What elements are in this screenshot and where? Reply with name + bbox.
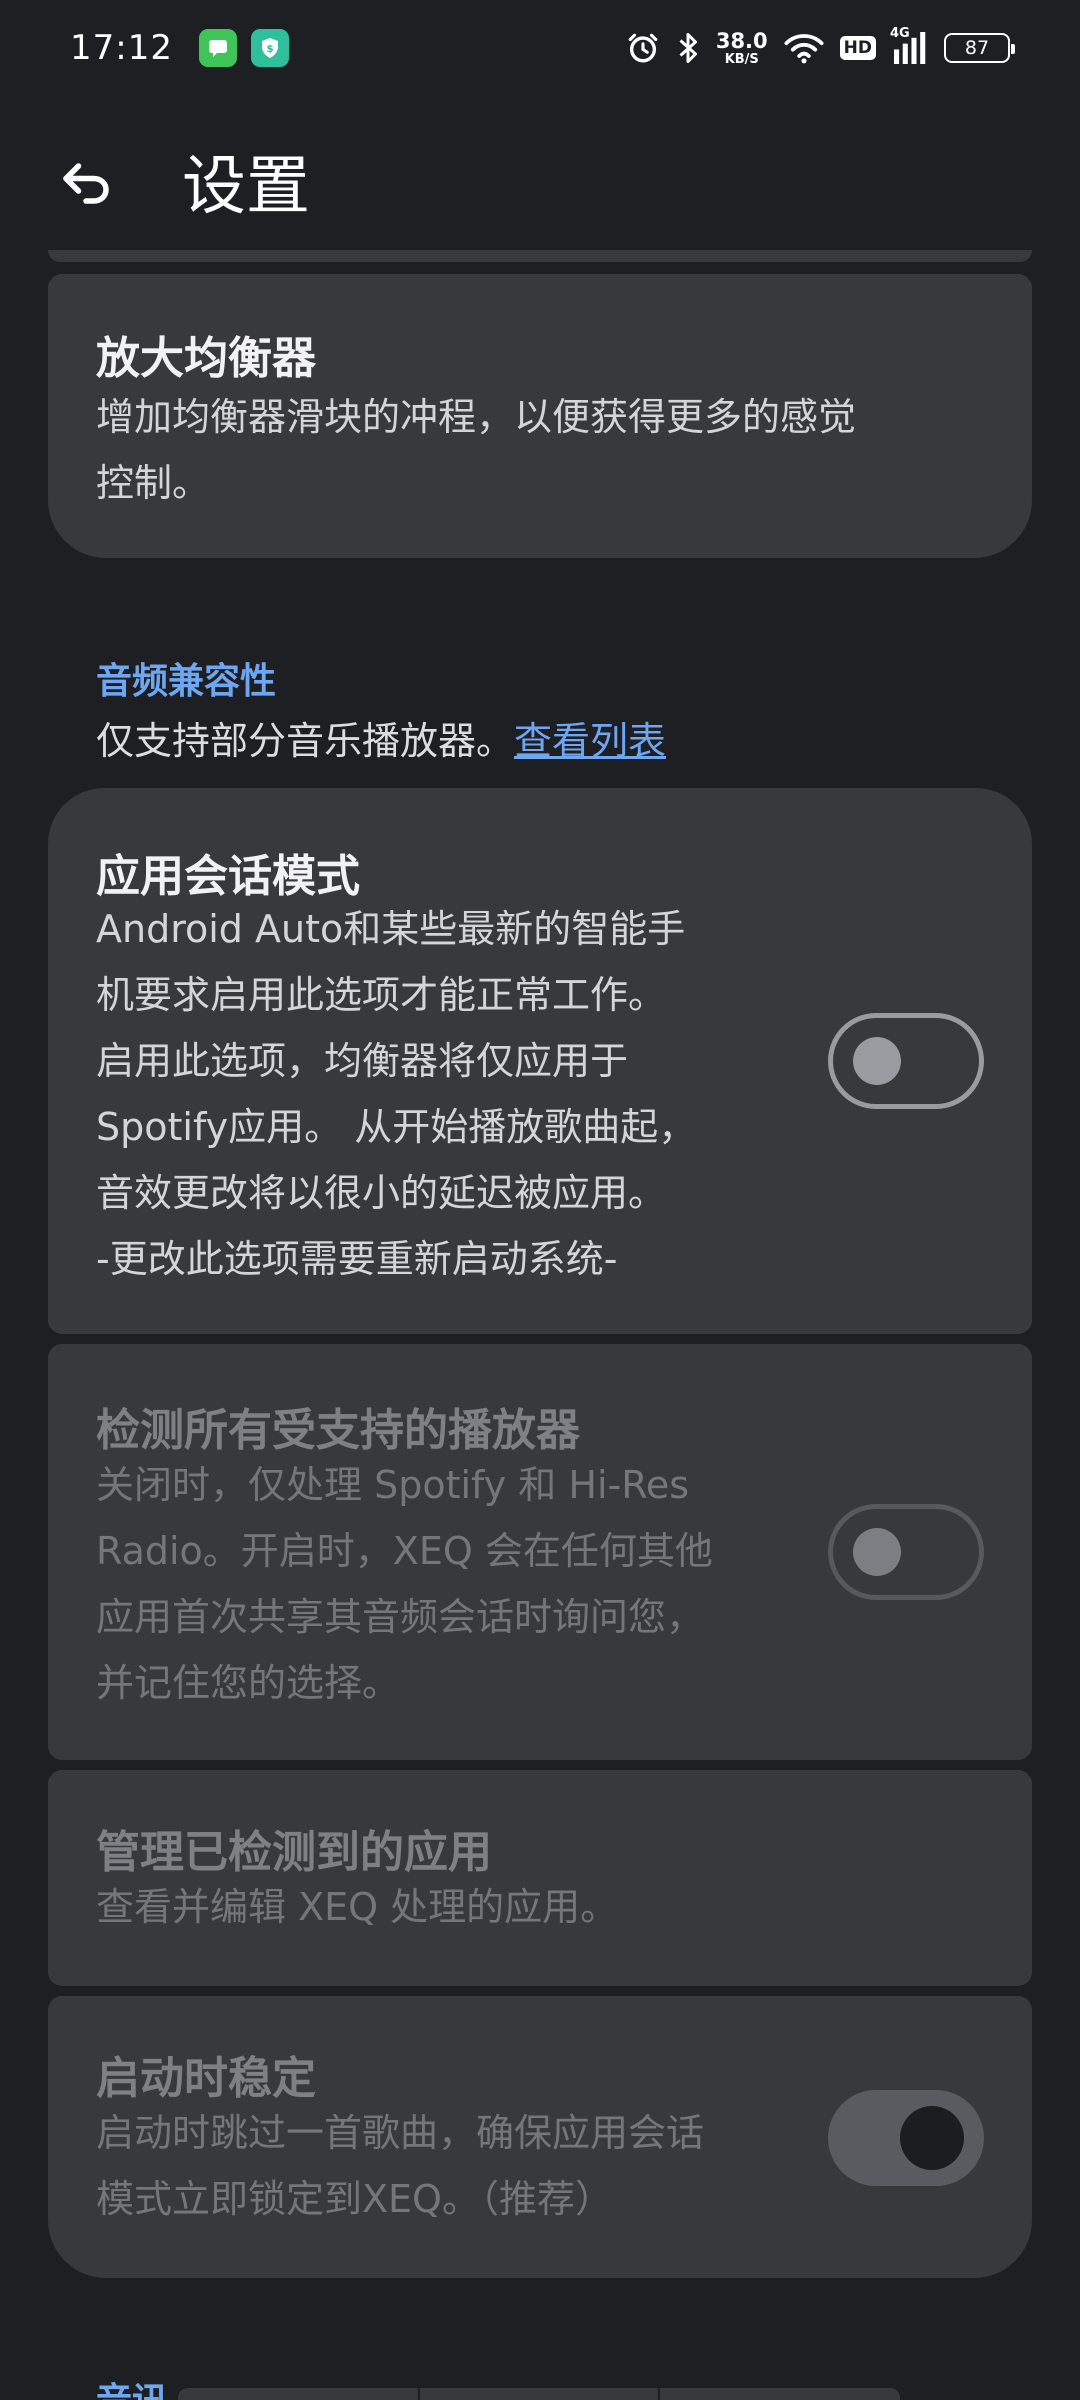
stable-start-setting[interactable]: 启动时稳定 启动时跳过一首歌曲，确保应用会话 模式立即锁定到XEQ。（推荐） <box>48 1996 1032 2278</box>
stable-start-desc-line: 启动时跳过一首歌曲，确保应用会话 <box>96 2111 705 2155</box>
detect-players-title: 检测所有受支持的播放器 <box>96 1405 580 1456</box>
toggle-knob <box>853 1037 901 1085</box>
session-mode-desc-line: Spotify应用。 从开始播放歌曲起， <box>96 1105 697 1149</box>
back-button[interactable] <box>36 131 136 231</box>
toggle-knob <box>900 2106 964 2170</box>
detect-players-toggle[interactable] <box>828 1504 984 1600</box>
magnify-equalizer-desc-line: 控制。 <box>96 461 211 505</box>
back-arrow-icon <box>63 163 109 204</box>
status-icons: 38.0 KB/S HD 4G 87 <box>626 26 1015 67</box>
magnify-equalizer-desc-line: 增加均衡器滑块的冲程，以便获得更多的感觉 <box>96 395 857 439</box>
session-mode-desc-line: 启用此选项，均衡器将仅应用于 <box>96 1039 629 1083</box>
detect-players-setting[interactable]: 检测所有受支持的播放器 关闭时，仅处理 Spotify 和 Hi-Res Rad… <box>48 1344 1032 1760</box>
alarm-icon <box>628 33 658 63</box>
toggle-knob <box>853 1528 901 1576</box>
status-bar: 17:12 $ 38.0 KB/S HD 4G 87 <box>0 0 1080 96</box>
network-speed: 38.0 KB/S <box>715 28 768 67</box>
session-mode-toggle[interactable] <box>828 1013 984 1109</box>
view-list-link[interactable]: 查看列表 <box>514 719 666 763</box>
section-note-text: 仅支持部分音乐播放器。 <box>96 719 515 763</box>
hd-voice-badge: HD <box>839 36 876 60</box>
section-header-audio: 音讯 <box>96 2372 168 2400</box>
magnify-equalizer-setting[interactable]: 放大均衡器 增加均衡器滑块的冲程，以便获得更多的感觉 控制。 <box>48 274 1032 558</box>
segment-divider <box>658 2388 660 2400</box>
manage-apps-setting[interactable]: 管理已检测到的应用 查看并编辑 XEQ 处理的应用。 <box>48 1770 1032 1986</box>
session-mode-setting[interactable]: 应用会话模式 Android Auto和某些最新的智能手 机要求启用此选项才能正… <box>48 788 1032 1334</box>
app-bar: 设置 <box>0 96 1080 266</box>
security-app-icon: $ <box>250 29 289 67</box>
svg-text:$: $ <box>267 44 274 55</box>
magnify-equalizer-title: 放大均衡器 <box>96 333 316 384</box>
manage-apps-description: 查看并编辑 XEQ 处理的应用。 <box>96 1885 619 1929</box>
network-type: 4G <box>890 26 910 41</box>
battery-indicator: 87 <box>944 33 1015 63</box>
session-mode-desc-line: -更改此选项需要重新启动系统- <box>96 1237 618 1281</box>
status-time: 17:12 <box>70 28 173 68</box>
network-speed-value: 38.0 <box>715 28 768 53</box>
magnify-equalizer-description: 增加均衡器滑块的冲程，以便获得更多的感觉 控制。 <box>96 384 856 516</box>
segment-divider <box>418 2388 420 2400</box>
session-mode-description: Android Auto和某些最新的智能手 机要求启用此选项才能正常工作。 启用… <box>96 896 696 1292</box>
bluetooth-icon <box>679 33 697 63</box>
settings-screen: 17:12 $ 38.0 KB/S HD 4G 87 设置 放大均衡器 增加均衡… <box>0 0 1080 2400</box>
previous-card-edge <box>48 250 1032 262</box>
detect-players-desc-line: 并记住您的选择。 <box>96 1661 401 1705</box>
page-title: 设置 <box>182 150 310 224</box>
section-header-audio-compatibility: 音频兼容性 <box>96 661 277 702</box>
stable-start-title: 启动时稳定 <box>96 2053 316 2104</box>
stable-start-description: 启动时跳过一首歌曲，确保应用会话 模式立即锁定到XEQ。（推荐） <box>96 2100 704 2232</box>
stable-start-desc-line: 模式立即锁定到XEQ。（推荐） <box>96 2177 613 2221</box>
detect-players-desc-line: Radio。开启时，XEQ 会在任何其他 <box>96 1529 713 1573</box>
network-speed-unit: KB/S <box>724 51 759 67</box>
signal-indicator: 4G <box>890 26 928 64</box>
detect-players-description: 关闭时，仅处理 Spotify 和 Hi-Res Radio。开启时，XEQ 会… <box>96 1452 713 1716</box>
manage-apps-title: 管理已检测到的应用 <box>96 1827 492 1878</box>
messages-app-icon <box>198 29 237 67</box>
wifi-icon <box>784 34 824 64</box>
detect-players-desc-line: 关闭时，仅处理 Spotify 和 Hi-Res <box>96 1463 690 1507</box>
session-mode-desc-line: 机要求启用此选项才能正常工作。 <box>96 973 667 1017</box>
stable-start-toggle[interactable] <box>828 2090 984 2186</box>
session-mode-desc-line: Android Auto和某些最新的智能手 <box>96 907 686 951</box>
section-note: 仅支持部分音乐播放器。查看列表 <box>96 710 666 765</box>
session-mode-title: 应用会话模式 <box>96 851 360 902</box>
session-mode-desc-line: 音效更改将以很小的延迟被应用。 <box>96 1171 667 1215</box>
segmented-control-peek[interactable] <box>178 2388 900 2400</box>
detect-players-desc-line: 应用首次共享其音频会话时询问您， <box>96 1595 705 1639</box>
